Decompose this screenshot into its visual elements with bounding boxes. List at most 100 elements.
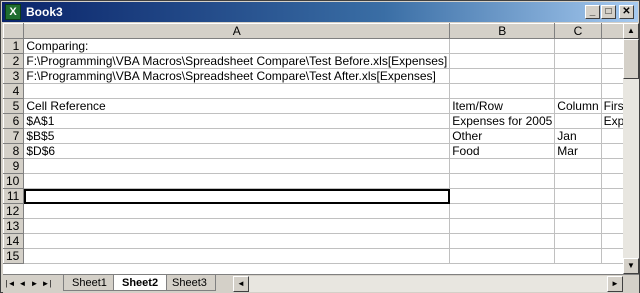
maximize-button[interactable]: □ (601, 5, 616, 19)
next-sheet-nav-icon[interactable]: ► (29, 278, 40, 290)
cell-a11[interactable] (23, 188, 451, 204)
last-sheet-nav-icon[interactable]: ►| (41, 278, 52, 290)
row-header[interactable]: 10 (3, 173, 25, 189)
cell-c1[interactable] (554, 38, 602, 54)
tab-sheet1[interactable]: Sheet1 (63, 275, 116, 291)
cell-a12[interactable] (23, 203, 451, 219)
cell-b12[interactable] (449, 203, 556, 219)
column-header-b[interactable]: B (449, 23, 556, 39)
cell-d6[interactable]: Expenses for 2005 (600, 113, 623, 129)
row-header[interactable]: 4 (3, 83, 25, 99)
horizontal-scrollbar[interactable]: ◄ ► (233, 276, 623, 292)
scroll-right-arrow-icon[interactable]: ► (607, 276, 623, 292)
cell-a6[interactable]: $A$1 (23, 113, 451, 129)
cell-b7[interactable]: Other (449, 128, 556, 144)
column-header-c[interactable]: C (554, 23, 602, 39)
select-all-corner[interactable] (3, 23, 25, 39)
cell-b4[interactable] (449, 83, 556, 99)
cell-c12[interactable] (554, 203, 602, 219)
cell-d4[interactable] (600, 83, 623, 99)
cell-a15[interactable] (23, 248, 451, 264)
cell-a10[interactable] (23, 173, 451, 189)
first-sheet-nav-icon[interactable]: |◄ (5, 278, 16, 290)
row-header[interactable]: 11 (3, 188, 25, 204)
row-header[interactable]: 7 (3, 128, 25, 144)
cell-b1[interactable] (449, 38, 556, 54)
cell-d11[interactable] (600, 188, 623, 204)
cell-c5[interactable]: Column (554, 98, 602, 114)
scroll-down-arrow-icon[interactable]: ▼ (623, 258, 639, 274)
cell-a5[interactable]: Cell Reference (23, 98, 451, 114)
table-row: 7$B$5OtherJan80100 (3, 128, 623, 144)
table-row: 2 F:\Programming\VBA Macros\Spreadsheet C… (3, 53, 623, 69)
row-header[interactable]: 5 (3, 98, 25, 114)
row-header[interactable]: 12 (3, 203, 25, 219)
row-header[interactable]: 6 (3, 113, 25, 129)
cell-a1[interactable]: Comparing: (23, 38, 451, 54)
row-header[interactable]: 9 (3, 158, 25, 174)
cell-b3[interactable] (449, 68, 556, 84)
cell-c9[interactable] (554, 158, 602, 174)
cell-b10[interactable] (449, 173, 556, 189)
row-header[interactable]: 3 (3, 68, 25, 84)
cell-c10[interactable] (554, 173, 602, 189)
cell-b5[interactable]: Item/Row (449, 98, 556, 114)
column-header-a[interactable]: A (23, 23, 451, 39)
row-header[interactable]: 8 (3, 143, 25, 159)
column-header-d[interactable]: D (600, 23, 623, 39)
cell-a9[interactable] (23, 158, 451, 174)
cell-b11[interactable] (449, 188, 556, 204)
cell-b9[interactable] (449, 158, 556, 174)
cell-d5[interactable]: First Value (600, 98, 623, 114)
row-header[interactable]: 13 (3, 218, 25, 234)
cell-b13[interactable] (449, 218, 556, 234)
minimize-button[interactable]: _ (585, 5, 600, 19)
cell-a14[interactable] (23, 233, 451, 249)
row-header[interactable]: 14 (3, 233, 25, 249)
cell-b8[interactable]: Food (449, 143, 556, 159)
cell-c11[interactable] (554, 188, 602, 204)
tab-sheet3[interactable]: Sheet3 (163, 275, 216, 291)
cell-a4[interactable] (23, 83, 451, 99)
scroll-left-arrow-icon[interactable]: ◄ (233, 276, 249, 292)
cell-d13[interactable] (600, 218, 623, 234)
cell-b15[interactable] (449, 248, 556, 264)
cell-a13[interactable] (23, 218, 451, 234)
row-header[interactable]: 1 (3, 38, 25, 54)
title-bar[interactable]: X Book3 _ □ ✕ (2, 2, 638, 22)
close-button[interactable]: ✕ (619, 5, 634, 19)
cell-c13[interactable] (554, 218, 602, 234)
cell-c15[interactable] (554, 248, 602, 264)
scroll-up-arrow-icon[interactable]: ▲ (623, 23, 639, 39)
cell-d10[interactable] (600, 173, 623, 189)
cell-c3[interactable] (554, 68, 602, 84)
vertical-scroll-thumb[interactable] (623, 39, 639, 79)
cell-b14[interactable] (449, 233, 556, 249)
cell-d15[interactable] (600, 248, 623, 264)
cell-c14[interactable] (554, 233, 602, 249)
cell-a2[interactable]: F:\Programming\VBA Macros\Spreadsheet Co… (23, 53, 451, 69)
cell-b6[interactable]: Expenses for 2005 (449, 113, 556, 129)
tab-sheet2[interactable]: Sheet2 (113, 275, 168, 291)
cell-c2[interactable] (554, 53, 602, 69)
prev-sheet-nav-icon[interactable]: ◄ (17, 278, 28, 290)
cell-d3[interactable] (600, 68, 623, 84)
vertical-scrollbar[interactable]: ▲ ▼ (623, 23, 639, 274)
cell-d14[interactable] (600, 233, 623, 249)
cell-d12[interactable] (600, 203, 623, 219)
cell-d2[interactable] (600, 53, 623, 69)
cell-c6[interactable] (554, 113, 602, 129)
row-header[interactable]: 2 (3, 53, 25, 69)
cell-d8[interactable]: 32 (600, 143, 623, 159)
cell-a7[interactable]: $B$5 (23, 128, 451, 144)
cell-d1[interactable] (600, 38, 623, 54)
cell-d7[interactable]: 80 (600, 128, 623, 144)
cell-a3[interactable]: F:\Programming\VBA Macros\Spreadsheet Co… (23, 68, 451, 84)
cell-c7[interactable]: Jan (554, 128, 602, 144)
cell-c8[interactable]: Mar (554, 143, 602, 159)
cell-a8[interactable]: $D$6 (23, 143, 451, 159)
cell-c4[interactable] (554, 83, 602, 99)
cell-b2[interactable] (449, 53, 556, 69)
row-header[interactable]: 15 (3, 248, 25, 264)
cell-d9[interactable] (600, 158, 623, 174)
